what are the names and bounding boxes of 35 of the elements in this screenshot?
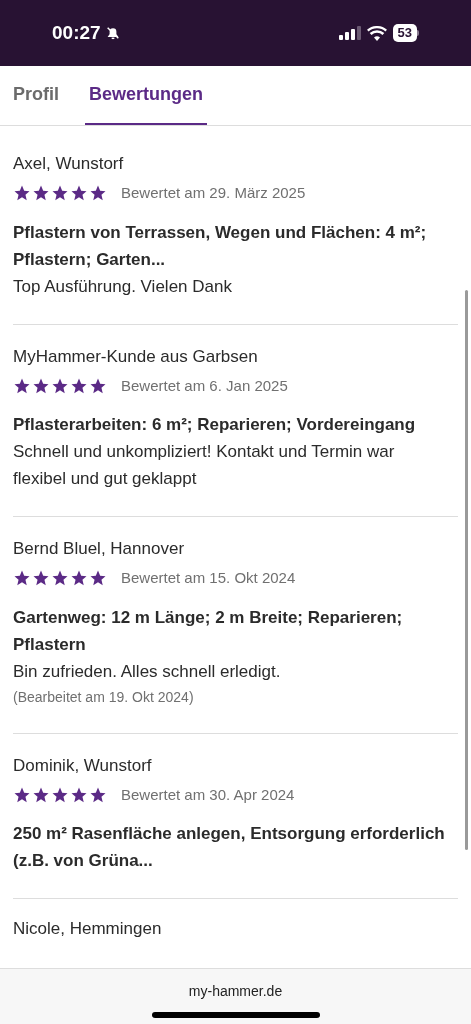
reviewer-name: Bernd Bluel, Hannover [13, 538, 186, 560]
review-text: Top Ausführung. Vielen Dank [13, 275, 233, 298]
job-title: 250 m² Rasenfläche anlegen, Entsorgung erforderlich (z.B. von Grüna... [13, 823, 446, 872]
review-date: Bewertet am 30. Apr 2024 [121, 784, 295, 805]
job-title: Gartenweg: 12 m Länge; 2 m Breite; Reparieren; Pflastern [13, 606, 404, 656]
star-icon [70, 569, 88, 588]
edited-note: (Bearbeitet am 19. Okt 2024) [13, 687, 195, 707]
reviewer-name: MyHammer-Kunde aus Garbsen [13, 345, 259, 368]
muted-bell-icon [104, 25, 121, 41]
review-date: Bewertet am 15. Okt 2024 [121, 568, 296, 588]
job-title: Pflasterarbeiten: 6 m²; Reparieren; Vordereingang [13, 414, 417, 436]
star-icon [32, 184, 50, 203]
star-icon [13, 184, 31, 203]
star-icon [51, 184, 69, 203]
url-text: my-hammer.de [188, 982, 283, 1001]
star-icon [32, 569, 50, 588]
star-icon [89, 569, 107, 588]
reviewer-name: Dominik, Wunstorf [13, 754, 153, 777]
tab[interactable]: Bewertungen [85, 81, 208, 125]
star-icon [89, 184, 107, 203]
clock: 00:27 [52, 20, 101, 45]
battery-indicator: 53 [392, 24, 419, 42]
review-text: Schnell und unkompliziert! Kontakt und Termin war flexibel und gut geklappt [13, 441, 396, 490]
signal-icon [338, 26, 361, 40]
star-icon [51, 569, 69, 588]
job-title: Pflastern von Terrassen, Wegen und Flächen: 4 m²; Pflastern; Garten... [13, 221, 428, 271]
tab[interactable]: Profil [13, 81, 59, 125]
review-date: Bewertet am 29. März 2025 [121, 183, 306, 203]
reviewer-name: Axel, Wunstorf [13, 153, 125, 175]
reviewer-name: Nicole, Hemmingen [13, 919, 162, 939]
wifi-icon [366, 25, 387, 41]
star-icon [13, 569, 31, 588]
review-text: Bin zufrieden. Alles schnell erledigt. [13, 660, 282, 683]
star-icon [70, 184, 88, 203]
review-date: Bewertet am 6. Jan 2025 [121, 375, 288, 396]
